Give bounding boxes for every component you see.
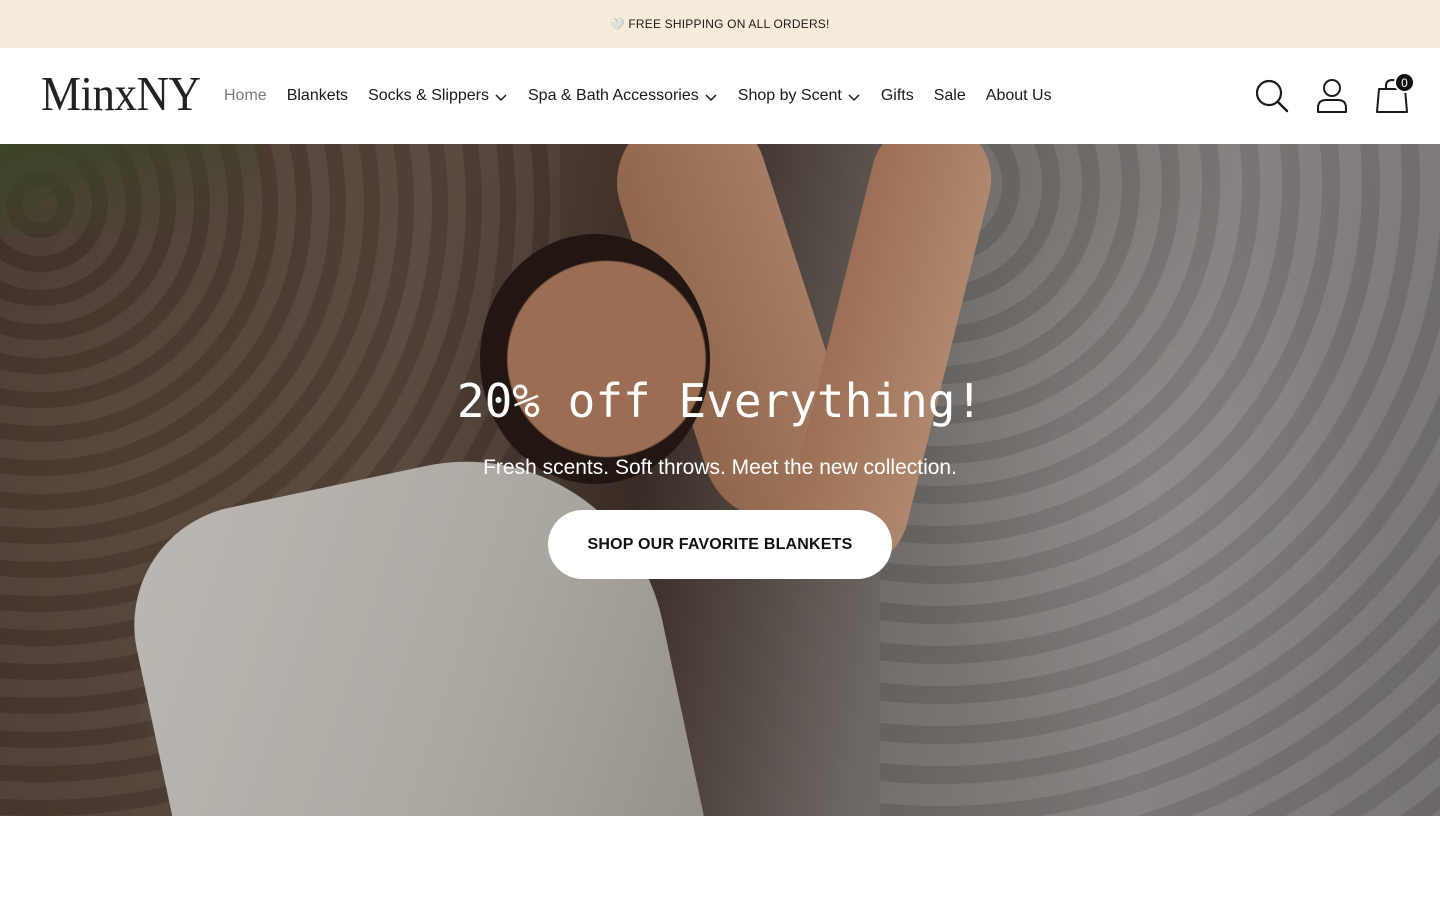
nav-item-label: Home [224, 87, 267, 104]
announcement-text: FREE SHIPPING ON ALL ORDERS! [628, 17, 830, 31]
nav-item-label: Socks & Slippers [368, 87, 489, 104]
nav-item-about-us[interactable]: About Us [986, 87, 1052, 105]
nav-item-gifts[interactable]: Gifts [881, 87, 914, 105]
header-icons: 0 [1254, 48, 1415, 144]
nav-item-spa-bath[interactable]: Spa & Bath Accessories [528, 87, 718, 105]
main-nav: Home Blankets Socks & Slippers Spa & Bat… [224, 48, 1072, 144]
logo[interactable]: MinxNY [41, 66, 201, 122]
chevron-down-icon [494, 90, 508, 104]
chevron-down-icon [847, 90, 861, 104]
nav-item-blankets[interactable]: Blankets [287, 87, 348, 105]
hero-subtitle: Fresh scents. Soft throws. Meet the new … [483, 456, 957, 479]
nav-item-socks-slippers[interactable]: Socks & Slippers [368, 87, 508, 105]
cart-icon[interactable]: 0 [1374, 72, 1415, 114]
site-header: MinxNY Home Blankets Socks & Slippers Sp… [0, 48, 1440, 144]
shop-blankets-button[interactable]: SHOP OUR FAVORITE BLANKETS [548, 510, 892, 579]
chevron-down-icon [704, 90, 718, 104]
nav-item-label: Blankets [286, 87, 349, 104]
hero-title: 20% off Everything! [456, 374, 984, 428]
nav-item-label: Sale [933, 87, 966, 104]
nav-item-sale[interactable]: Sale [934, 87, 966, 105]
search-icon[interactable] [1254, 78, 1290, 114]
hero-banner: 20% off Everything! Fresh scents. Soft t… [0, 144, 1440, 816]
nav-item-shop-by-scent[interactable]: Shop by Scent [738, 87, 861, 105]
announcement-bar: 🤍 FREE SHIPPING ON ALL ORDERS! [0, 0, 1440, 48]
cart-count-badge: 0 [1394, 72, 1415, 93]
nav-item-home[interactable]: Home [224, 87, 267, 105]
hero-content: 20% off Everything! Fresh scents. Soft t… [0, 144, 1440, 816]
nav-item-label: Gifts [880, 87, 914, 104]
nav-item-label: Shop by Scent [737, 87, 842, 104]
heart-icon: 🤍 [610, 18, 625, 31]
account-icon[interactable] [1314, 78, 1350, 114]
nav-item-label: Spa & Bath Accessories [528, 87, 699, 104]
nav-item-label: About Us [985, 87, 1052, 104]
